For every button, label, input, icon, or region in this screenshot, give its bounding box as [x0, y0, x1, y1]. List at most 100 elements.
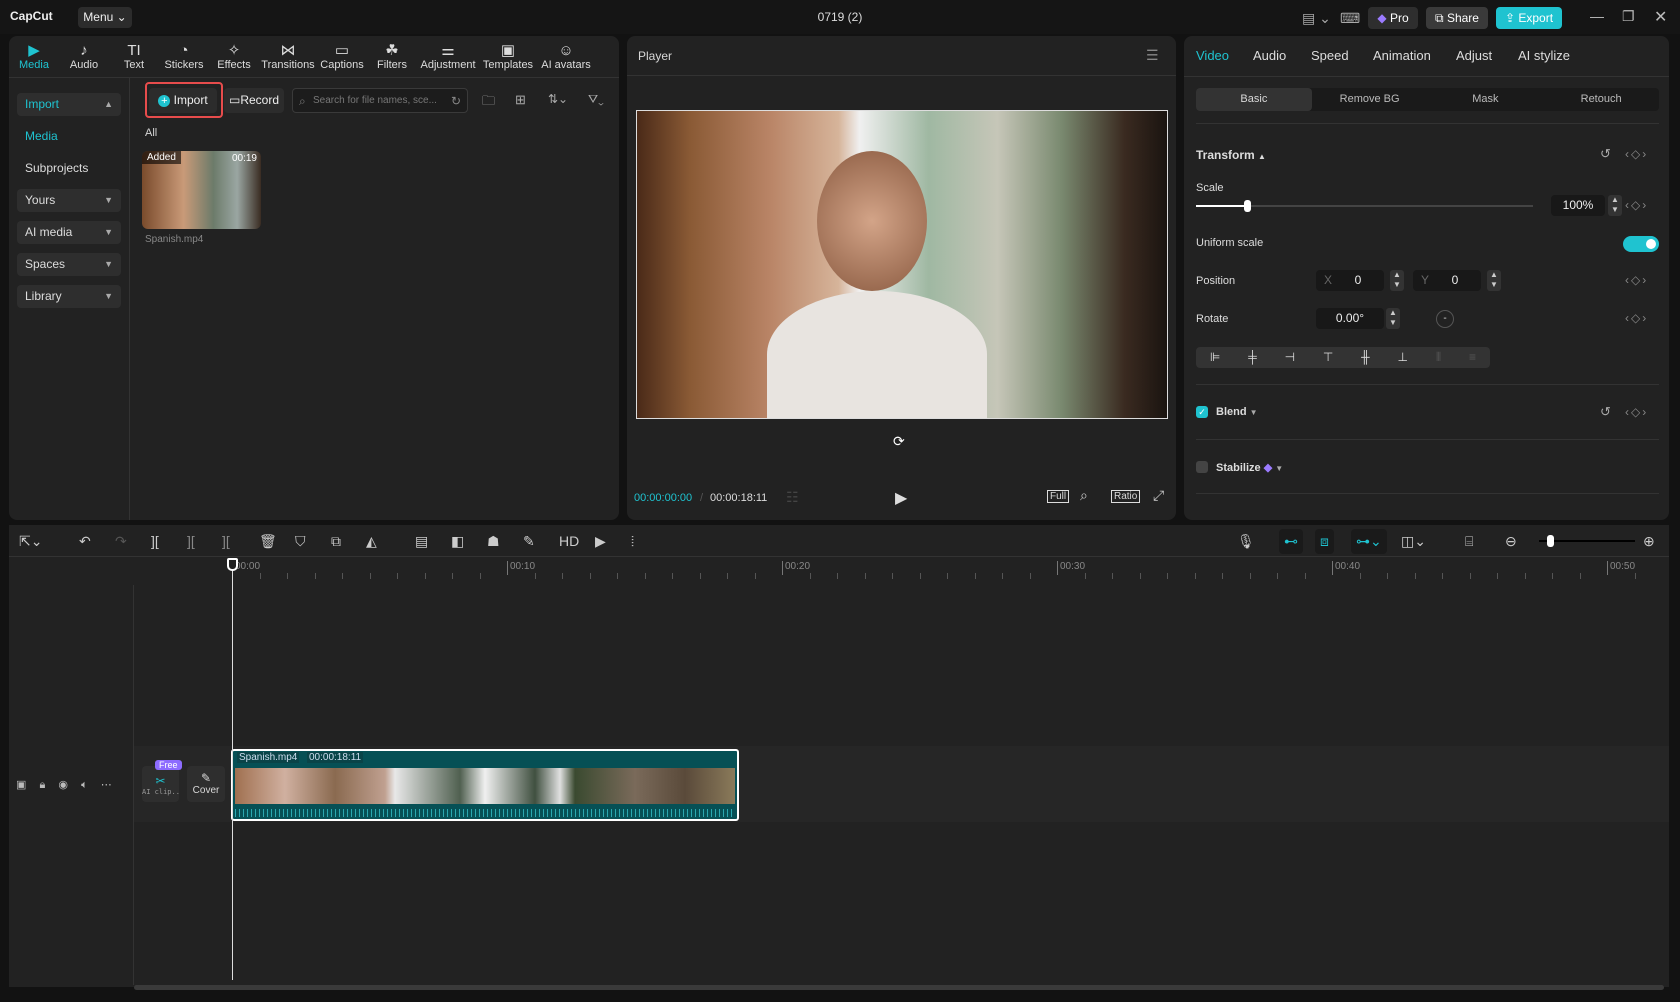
export-button[interactable]: ⇪ Export [1496, 7, 1562, 29]
scale-slider-knob[interactable] [1243, 200, 1251, 212]
scale-stepper[interactable]: ▲ ▼ [1608, 195, 1622, 216]
sidebar-item-ai-media[interactable]: AI media ▼ [17, 221, 121, 244]
keyframe-icon[interactable]: ‹◇› [1625, 198, 1648, 212]
playhead-handle[interactable] [227, 558, 238, 571]
align-left-icon[interactable]: ⊫ [1210, 347, 1220, 368]
stabilize-header[interactable]: Stabilize ◆ ▼ [1216, 461, 1283, 474]
align-center-h-icon[interactable]: ╪ [1248, 347, 1257, 368]
transform-header[interactable]: Transform ▲ [1196, 148, 1266, 162]
cutout-icon[interactable]: ☗ [487, 533, 500, 550]
ai-clip-button[interactable]: Free ✂ AI clip... [142, 760, 182, 802]
maximize-button[interactable]: ❐ [1622, 8, 1635, 25]
zoom-fit-icon[interactable]: ⌕ [1080, 487, 1088, 504]
waveform-icon[interactable]: ☷ [786, 489, 799, 506]
scale-slider[interactable] [1196, 200, 1533, 212]
reset-icon[interactable]: ↺ [1600, 146, 1611, 162]
search-input[interactable]: ⌕ Search for file names, sce... ↻ [292, 88, 468, 113]
magic-wand-icon[interactable]: ✎ [523, 533, 535, 550]
position-x-stepper[interactable]: ▲ ▼ [1390, 270, 1404, 291]
tab-audio[interactable]: ♪ Audio [59, 36, 109, 77]
split-right-icon[interactable]: ][ [222, 533, 230, 549]
position-x-input[interactable]: X0 [1316, 270, 1384, 291]
subtab-mask[interactable]: Mask [1428, 88, 1544, 111]
zoom-to-fit-icon[interactable]: ⌸ [1465, 533, 1473, 550]
filter-all[interactable]: All [145, 127, 157, 139]
keyframe-icon[interactable]: ‹◇› [1625, 405, 1648, 419]
tab-audio-props[interactable]: Audio [1253, 48, 1286, 63]
position-y-input[interactable]: Y0 [1413, 270, 1481, 291]
eye-icon[interactable]: ◉ [58, 779, 68, 791]
tab-animation[interactable]: Animation [1373, 48, 1431, 63]
tab-stickers[interactable]: ◔ Stickers [159, 36, 209, 77]
cover-button[interactable]: ✎ Cover [187, 766, 225, 802]
rotate-input[interactable]: 0.00° [1316, 308, 1384, 329]
record-button[interactable]: ▭Record [224, 88, 284, 113]
shortcuts-icon[interactable]: ⌨ [1340, 10, 1360, 27]
tab-media[interactable]: ▶ Media [9, 36, 59, 77]
tab-video[interactable]: Video [1196, 48, 1229, 63]
reset-icon[interactable]: ↺ [1600, 404, 1611, 420]
subtab-remove-bg[interactable]: Remove BG [1312, 88, 1428, 111]
pro-button[interactable]: ◆ Pro [1368, 7, 1418, 29]
sidebar-item-spaces[interactable]: Spaces ▼ [17, 253, 121, 276]
zoom-out-icon[interactable]: ⊖ [1505, 533, 1517, 550]
stabilize-checkbox[interactable] [1196, 461, 1208, 473]
redo-icon[interactable]: ↷ [115, 533, 127, 550]
auto-snap-icon[interactable]: ⧈ [1315, 529, 1334, 554]
ratio-button[interactable]: Ratio [1111, 490, 1141, 503]
minimize-button[interactable]: — [1590, 8, 1604, 24]
volume-icon[interactable]: 🔈︎ [81, 779, 88, 791]
align-bottom-icon[interactable]: ⊥ [1398, 347, 1408, 368]
fullscreen-icon[interactable]: ⤢ [1153, 487, 1164, 504]
video-clip[interactable]: Spanish.mp4 00:00:18:11 [231, 749, 739, 821]
sidebar-item-yours[interactable]: Yours ▼ [17, 189, 121, 212]
video-ai-icon[interactable]: ▶ [595, 533, 606, 550]
microphone-icon[interactable]: 🎙 [1237, 533, 1255, 550]
play-button[interactable]: ▶ [895, 488, 907, 508]
distribute-v-icon[interactable]: ≡ [1469, 347, 1476, 368]
sort-icon[interactable]: ⇅⌄ [548, 92, 568, 106]
audio-split-icon[interactable]: ◧ [451, 533, 464, 550]
rotate-dial[interactable]: - [1436, 310, 1454, 328]
timeline-scrollbar[interactable] [134, 985, 1664, 990]
lock-icon[interactable]: 🔒︎ [39, 779, 45, 791]
tab-speed[interactable]: Speed [1311, 48, 1349, 63]
blend-header[interactable]: Blend ▼ [1216, 406, 1258, 418]
preview-axis-icon[interactable]: ◫⌄ [1401, 533, 1426, 550]
uniform-scale-toggle[interactable] [1623, 236, 1659, 252]
split-icon[interactable]: ][ [151, 533, 159, 549]
sidebar-item-subprojects[interactable]: Subprojects [17, 157, 121, 180]
track-cover-icon[interactable]: ▣ [16, 779, 26, 791]
delete-icon[interactable]: 🗑 [259, 533, 277, 550]
align-right-icon[interactable]: ⊣ [1285, 347, 1295, 368]
grid-view-icon[interactable]: ⊞ [515, 92, 526, 108]
ai-script-icon[interactable]: ▤ [415, 533, 428, 550]
tab-effects[interactable]: ✧ Effects [209, 36, 259, 77]
video-preview[interactable] [636, 110, 1168, 419]
link-icon[interactable]: ⊶⌄ [1351, 529, 1387, 554]
player-menu-icon[interactable]: ☰ [1146, 47, 1159, 64]
subtab-basic[interactable]: Basic [1196, 88, 1312, 111]
subtab-retouch[interactable]: Retouch [1543, 88, 1659, 111]
tab-filters[interactable]: ☘ Filters [367, 36, 417, 77]
new-folder-icon[interactable]: 🗀 [482, 92, 495, 114]
full-quality-button[interactable]: Full [1047, 490, 1070, 503]
keyframe-icon[interactable]: ‹◇› [1625, 147, 1648, 161]
undo-icon[interactable]: ↶ [79, 533, 91, 550]
layout-icon[interactable]: ▤ ⌄ [1302, 10, 1331, 27]
distribute-h-icon[interactable]: ⦀ [1436, 347, 1441, 368]
tab-captions[interactable]: ▭ Captions [317, 36, 367, 77]
playhead[interactable] [232, 566, 233, 980]
tab-adjustment[interactable]: ⚌ Adjustment [417, 36, 479, 77]
audio-enhance-icon[interactable]: ⦙ [631, 533, 634, 550]
tab-templates[interactable]: ▣ Templates [479, 36, 537, 77]
position-y-stepper[interactable]: ▲ ▼ [1487, 270, 1501, 291]
align-top-icon[interactable]: ⊤ [1323, 347, 1333, 368]
import-button[interactable]: + Import [149, 88, 217, 113]
rotate-handle-icon[interactable]: ⟳ [893, 433, 905, 450]
filter-icon[interactable]: ⛛⌄ [588, 92, 604, 107]
crop-icon[interactable]: ⧉ [331, 533, 341, 550]
more-icon[interactable]: ⋯ [101, 779, 112, 791]
align-center-v-icon[interactable]: ╫ [1361, 347, 1370, 368]
share-button[interactable]: ⧉ Share [1426, 7, 1488, 29]
